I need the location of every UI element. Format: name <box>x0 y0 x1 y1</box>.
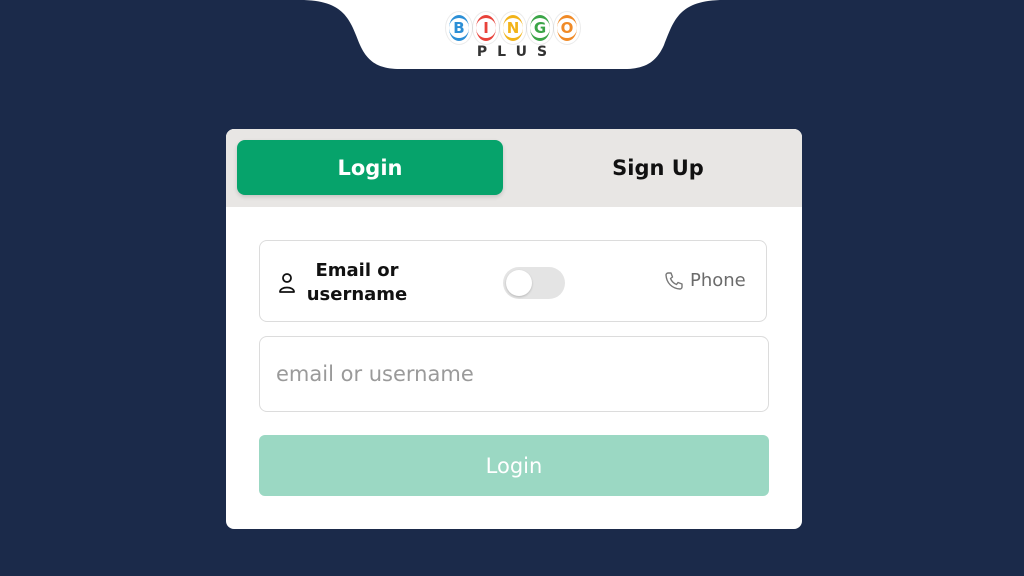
logo-ball-o: O <box>554 12 580 44</box>
login-method-switch[interactable] <box>503 267 565 299</box>
phone-icon <box>665 272 683 290</box>
logo-header: B I N G O PLUS <box>0 0 1024 80</box>
tab-signup[interactable]: Sign Up <box>525 140 791 195</box>
email-method-label[interactable]: Email or username <box>302 259 412 307</box>
tab-login[interactable]: Login <box>237 140 503 195</box>
phone-method-label[interactable]: Phone <box>690 270 746 291</box>
switch-knob <box>506 270 532 296</box>
logo-plus-text: PLUS <box>476 44 558 60</box>
login-submit-button[interactable]: Login <box>259 435 769 496</box>
login-method-toggle-row: Email or username Phone <box>259 240 767 322</box>
bingo-plus-logo[interactable]: B I N G O PLUS <box>446 12 580 64</box>
page: B I N G O PLUS Login Sign Up Email or us… <box>0 0 1024 576</box>
logo-ball-i: I <box>473 12 499 44</box>
auth-tabs: Login Sign Up <box>226 129 802 207</box>
login-card: Login Sign Up Email or username Phone Lo… <box>226 129 802 529</box>
logo-balls: B I N G O <box>446 12 580 44</box>
email-username-input[interactable] <box>259 336 769 412</box>
logo-ball-n: N <box>500 12 526 44</box>
user-icon <box>279 273 295 293</box>
logo-ball-b: B <box>446 12 472 44</box>
logo-ball-g: G <box>527 12 553 44</box>
